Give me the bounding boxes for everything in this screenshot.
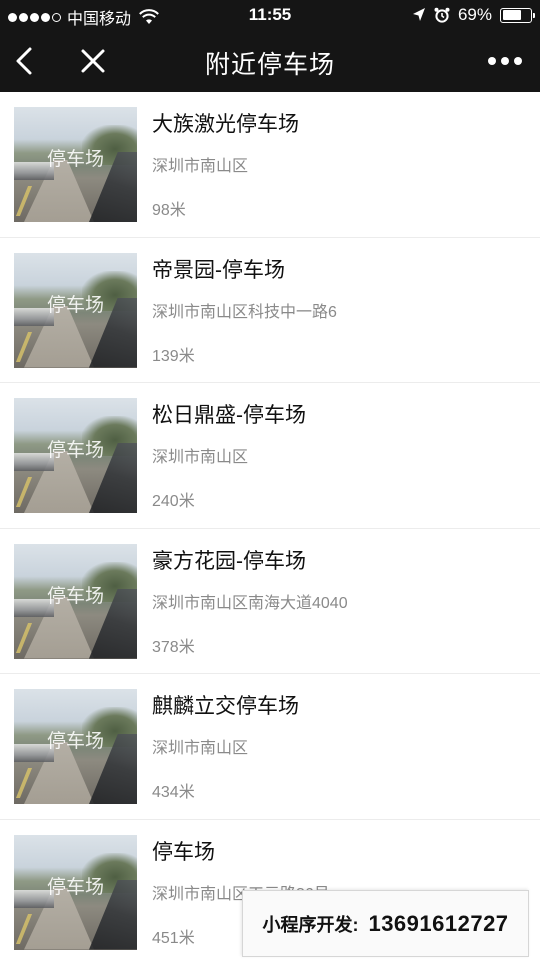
status-bar: 中国移动 11:55 69% [0,0,540,30]
battery-percent: 69% [457,5,492,24]
parking-thumbnail: 停车场 [14,689,137,804]
parking-name: 大族激光停车场 [152,113,299,136]
parking-info: 豪方花园-停车场深圳市南山区南海大道4040 378米 [152,549,348,657]
parking-address: 深圳市南山区 [152,740,249,757]
parking-info: 大族激光停车场深圳市南山区 98米 [152,112,299,220]
parking-thumbnail: 停车场 [14,834,137,950]
nav-bar: 附近停车场 [0,30,540,92]
parking-thumbnail: 停车场 [14,252,137,368]
parking-name: 麒麟立交停车场 [152,695,299,718]
parking-name: 松日鼎盛-停车场 [152,404,306,427]
parking-name: 停车场 [152,840,215,864]
alarm-icon [434,7,450,23]
parking-distance: 139米 [152,347,195,365]
battery-icon [500,7,535,23]
parking-address: 深圳市南山区 [152,158,249,175]
status-right: 69% [412,5,535,25]
thumbnail-watermark: 停车场 [46,294,104,316]
promo-label: 小程序开发: [262,914,359,935]
parking-list-item[interactable]: 停车场 麒麟立交停车场深圳市南山区 434米 [0,674,540,820]
parking-thumbnail: 停车场 [14,107,137,222]
parking-address: 深圳市南山区南海大道4040 [152,594,348,612]
parking-distance: 434米 [152,784,195,801]
parking-list-item[interactable]: 停车场 大族激光停车场深圳市南山区 98米 [0,92,540,238]
thumbnail-watermark: 停车场 [46,876,104,898]
more-dots-icon[interactable] [488,57,522,65]
parking-distance: 98米 [152,202,186,219]
parking-info: 麒麟立交停车场深圳市南山区 434米 [152,694,299,802]
promo-banner: 小程序开发: 13691612727 [242,890,529,957]
thumbnail-watermark: 停车场 [46,149,104,170]
parking-list-item[interactable]: 停车场 帝景园-停车场深圳市南山区科技中一路6 139米 [0,238,540,383]
parking-thumbnail: 停车场 [14,543,137,659]
parking-address: 深圳市南山区 [152,449,249,466]
parking-distance: 378米 [152,638,195,656]
thumbnail-watermark: 停车场 [46,731,104,752]
thumbnail-watermark: 停车场 [46,440,104,461]
parking-thumbnail: 停车场 [14,398,137,513]
thumbnail-watermark: 停车场 [46,585,104,607]
page-title: 附近停车场 [204,51,335,79]
parking-list: 停车场 大族激光停车场 深圳市南山区 98米 停车场 帝景园-停车场 深圳市南山区科技中一路… [0,92,540,960]
parking-name: 豪方花园-停车场 [152,549,306,573]
parking-list-item[interactable]: 停车场 松日鼎盛-停车场深圳市南山区 240米 [0,383,540,529]
battery-level-fill [502,10,522,20]
parking-distance: 240米 [152,493,195,510]
parking-info: 松日鼎盛-停车场深圳市南山区 240米 [152,403,306,511]
promo-phone: 13691612727 [368,910,509,936]
location-arrow-icon [412,8,425,21]
parking-address: 深圳市南山区科技中一路6 [152,303,337,321]
parking-name: 帝景园-停车场 [152,258,285,282]
parking-list-item[interactable]: 停车场 豪方花园-停车场深圳市南山区南海大道4040 378米 [0,529,540,674]
parking-info: 帝景园-停车场深圳市南山区科技中一路6 139米 [152,258,337,366]
